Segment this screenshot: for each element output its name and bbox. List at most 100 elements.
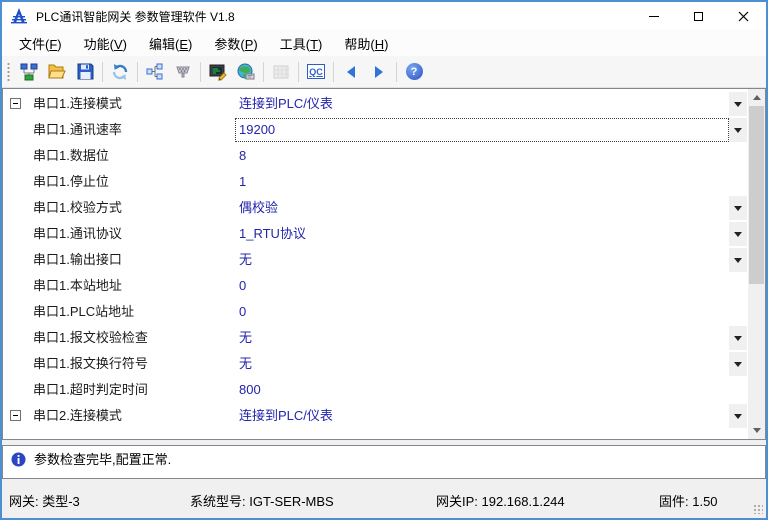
grid-row[interactable]: 串口1.输出接口 无 bbox=[3, 247, 748, 273]
menu-item-param[interactable]: 参数(P) bbox=[203, 30, 268, 57]
grid-row[interactable]: 串口2.连接模式 连接到PLC/仪表 bbox=[3, 403, 748, 429]
window-controls bbox=[631, 2, 766, 30]
info-icon bbox=[11, 452, 26, 467]
grid-row[interactable]: 串口1.PLC站地址 0 bbox=[3, 299, 748, 325]
param-value[interactable]: 无 bbox=[235, 352, 729, 376]
param-label: 串口1.连接模式 bbox=[33, 91, 122, 117]
grid-row[interactable]: 串口1.报文换行符号 无 bbox=[3, 351, 748, 377]
forward-button[interactable] bbox=[366, 59, 392, 85]
dropdown-button[interactable] bbox=[729, 222, 747, 246]
grid-row[interactable]: 串口1.本站地址 0 bbox=[3, 273, 748, 299]
toolbar-separator bbox=[102, 62, 103, 82]
app-window: PLC通讯智能网关 参数管理软件 V1.8 文件(F) 功能(V) 编辑(E) … bbox=[0, 0, 768, 520]
grid-row[interactable]: 串口1.校验方式 偶校验 bbox=[3, 195, 748, 221]
open-file-button[interactable] bbox=[44, 59, 70, 85]
dropdown-button[interactable] bbox=[729, 326, 747, 350]
topology-icon bbox=[146, 63, 164, 81]
param-value[interactable]: 0 bbox=[235, 274, 729, 298]
topology-button[interactable] bbox=[142, 59, 168, 85]
parameter-rows: 串口1.连接模式 连接到PLC/仪表 串口1.通讯速率 19200 串口1.数据… bbox=[3, 91, 748, 429]
grid-row[interactable]: 串口1.通讯速率 19200 bbox=[3, 117, 748, 143]
close-button[interactable] bbox=[721, 2, 766, 30]
menu-item-tools[interactable]: 工具(T) bbox=[269, 30, 334, 57]
window-title: PLC通讯智能网关 参数管理软件 V1.8 bbox=[36, 8, 235, 25]
grid-row[interactable]: 串口1.通讯协议 1_RTU协议 bbox=[3, 221, 748, 247]
network-globe-button[interactable] bbox=[233, 59, 259, 85]
scrollbar-thumb[interactable] bbox=[749, 106, 764, 284]
dropdown-button[interactable] bbox=[729, 118, 747, 142]
param-value[interactable]: 无 bbox=[235, 326, 729, 350]
param-label: 串口1.报文换行符号 bbox=[33, 351, 148, 377]
save-icon bbox=[77, 63, 94, 80]
scroll-up-button[interactable] bbox=[748, 89, 765, 106]
refresh-button[interactable] bbox=[107, 59, 133, 85]
statusbar-gateway-type: 网关: 类型-3 bbox=[9, 491, 80, 510]
serial-port-icon bbox=[174, 63, 192, 81]
statusbar-firmware: 固件: 1.50 bbox=[659, 491, 718, 510]
grid-row[interactable]: 串口1.报文校验检查 无 bbox=[3, 325, 748, 351]
network-globe-icon bbox=[237, 63, 255, 81]
vertical-scrollbar[interactable] bbox=[748, 89, 765, 439]
param-label: 串口1.通讯协议 bbox=[33, 221, 122, 247]
device-card-icon bbox=[272, 63, 290, 81]
grid-row[interactable]: 串口1.数据位 8 bbox=[3, 143, 748, 169]
qc-check-icon: QC bbox=[307, 64, 325, 79]
close-icon bbox=[738, 11, 749, 22]
param-label: 串口1.PLC站地址 bbox=[33, 299, 134, 325]
maximize-button[interactable] bbox=[676, 2, 721, 30]
grid-row[interactable]: 串口1.连接模式 连接到PLC/仪表 bbox=[3, 91, 748, 117]
serial-port-button[interactable] bbox=[170, 59, 196, 85]
dropdown-button[interactable] bbox=[729, 248, 747, 272]
menu-item-edit[interactable]: 编辑(E) bbox=[138, 30, 203, 57]
param-value[interactable]: 8 bbox=[235, 144, 729, 168]
minimize-button[interactable] bbox=[631, 2, 676, 30]
dropdown-arrow-icon bbox=[734, 336, 742, 341]
gateway-connect-button[interactable] bbox=[16, 59, 42, 85]
param-value[interactable]: 1_RTU协议 bbox=[235, 222, 729, 246]
param-value[interactable]: 1 bbox=[235, 170, 729, 194]
back-button[interactable] bbox=[338, 59, 364, 85]
edit-monitor-icon bbox=[209, 63, 227, 81]
grid-row[interactable]: 串口1.超时判定时间 800 bbox=[3, 377, 748, 403]
toolbar-separator bbox=[298, 62, 299, 82]
statusbar-system-model: 系统型号: IGT-SER-MBS bbox=[190, 491, 334, 510]
collapse-toggle[interactable] bbox=[10, 98, 21, 109]
dropdown-button[interactable] bbox=[729, 404, 747, 428]
param-label: 串口1.报文校验检查 bbox=[33, 325, 148, 351]
scroll-down-button[interactable] bbox=[748, 422, 765, 439]
menu-item-help[interactable]: 帮助(H) bbox=[333, 30, 399, 57]
param-value[interactable]: 800 bbox=[235, 378, 729, 402]
grid-row[interactable]: 串口1.停止位 1 bbox=[3, 169, 748, 195]
param-value[interactable]: 无 bbox=[235, 248, 729, 272]
param-label: 串口1.本站地址 bbox=[33, 273, 122, 299]
menu-item-file[interactable]: 文件(F) bbox=[8, 30, 73, 57]
device-card-button[interactable] bbox=[268, 59, 294, 85]
edit-monitor-button[interactable] bbox=[205, 59, 231, 85]
dropdown-arrow-icon bbox=[734, 362, 742, 367]
param-value[interactable]: 偶校验 bbox=[235, 196, 729, 220]
param-value[interactable]: 0 bbox=[235, 300, 729, 324]
collapse-toggle[interactable] bbox=[10, 410, 21, 421]
dropdown-button[interactable] bbox=[729, 92, 747, 116]
param-value[interactable]: 连接到PLC/仪表 bbox=[235, 92, 729, 116]
param-value[interactable]: 连接到PLC/仪表 bbox=[235, 404, 729, 428]
help-icon: ? bbox=[406, 63, 423, 80]
help-button[interactable]: ? bbox=[401, 59, 427, 85]
back-icon bbox=[344, 65, 358, 79]
param-label: 串口1.输出接口 bbox=[33, 247, 122, 273]
param-label: 串口1.数据位 bbox=[33, 143, 109, 169]
param-label: 串口1.校验方式 bbox=[33, 195, 122, 221]
param-value[interactable]: 19200 bbox=[235, 118, 729, 142]
qc-check-button[interactable]: QC bbox=[303, 59, 329, 85]
dropdown-button[interactable] bbox=[729, 352, 747, 376]
param-label: 串口2.连接模式 bbox=[33, 403, 122, 429]
toolbar-separator bbox=[396, 62, 397, 82]
gateway-connect-icon bbox=[20, 63, 38, 81]
menu-item-function[interactable]: 功能(V) bbox=[73, 30, 138, 57]
open-file-icon bbox=[48, 63, 67, 81]
refresh-icon bbox=[111, 63, 129, 81]
dropdown-button[interactable] bbox=[729, 196, 747, 220]
save-button[interactable] bbox=[72, 59, 98, 85]
toolbar-grip[interactable] bbox=[6, 62, 11, 82]
resize-grip[interactable] bbox=[753, 504, 763, 514]
